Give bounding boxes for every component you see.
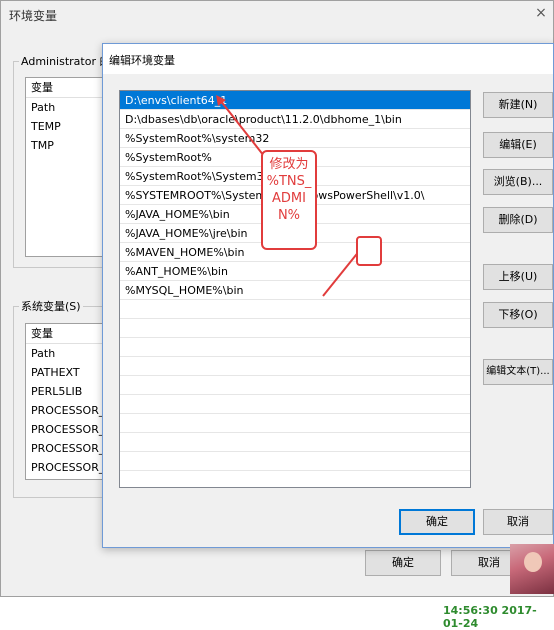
- annotation-line: N%: [277, 208, 301, 223]
- callout-arrow: [219, 99, 265, 157]
- annotation-line: ADMI: [272, 191, 306, 206]
- timestamp: 14:56:30 2017-01-24: [443, 604, 537, 630]
- avatar: [510, 544, 554, 594]
- annotation-arrows: [216, 95, 361, 297]
- callout-arrow-2: [322, 249, 361, 297]
- annotation-callout: 修改为 %TNS_ ADMI N%: [261, 150, 317, 250]
- avatar-face: [524, 552, 542, 572]
- annotation-callout-empty: [356, 236, 382, 266]
- annotation-line: 修改为: [269, 157, 309, 172]
- annotation-line: %TNS_: [266, 174, 312, 189]
